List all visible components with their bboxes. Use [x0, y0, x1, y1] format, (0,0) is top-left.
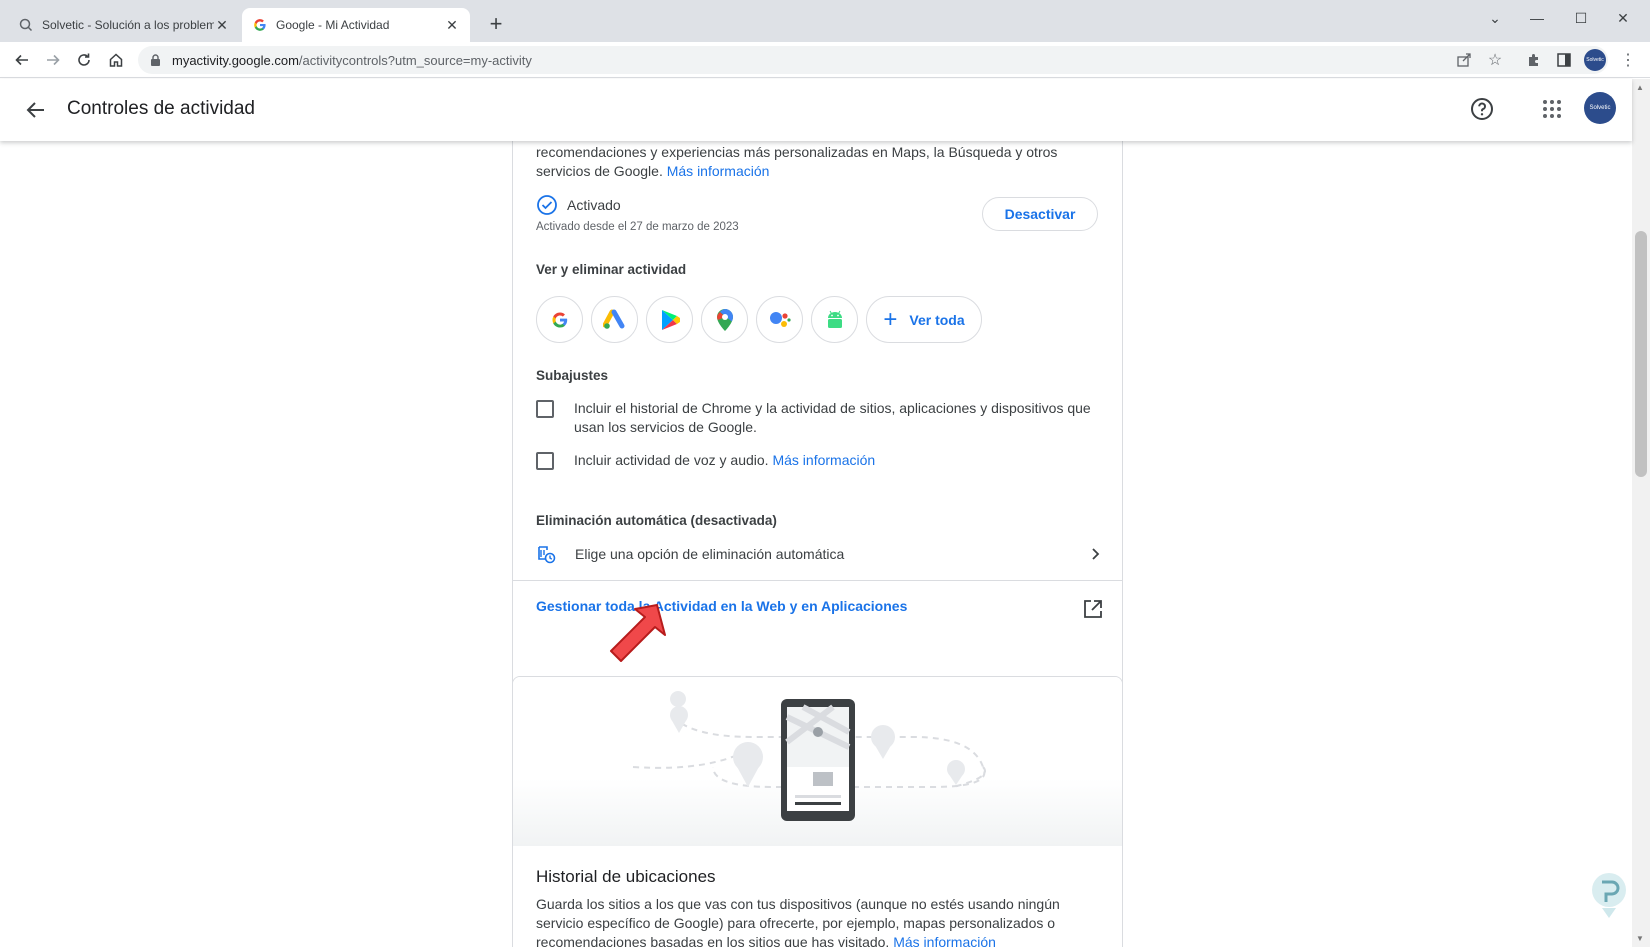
help-icon[interactable] [1469, 96, 1495, 122]
main-content: recomendaciones y experiencias más perso… [0, 141, 1632, 947]
close-tab-icon[interactable]: ✕ [214, 17, 230, 33]
page-scrollbar[interactable]: ▲ ▼ [1632, 79, 1650, 947]
status-text: Activado [567, 197, 621, 213]
see-all-button[interactable]: + Ver toda [866, 296, 982, 343]
close-tab-icon[interactable]: ✕ [444, 17, 460, 33]
google-play-icon[interactable] [646, 296, 693, 343]
side-panel-icon[interactable] [1552, 48, 1576, 72]
page-title: Controles de actividad [67, 98, 255, 119]
new-tab-button[interactable]: + [484, 11, 508, 36]
check-circle-icon [536, 194, 558, 216]
plus-icon: + [883, 305, 898, 333]
auto-delete-option-row[interactable]: Elige una opción de eliminación automáti… [536, 539, 1104, 569]
google-icon[interactable] [536, 296, 583, 343]
android-icon[interactable] [811, 296, 858, 343]
lock-icon [150, 54, 162, 66]
back-button[interactable] [10, 48, 34, 72]
share-icon[interactable] [1452, 48, 1476, 72]
chrome-history-checkbox[interactable] [536, 400, 554, 418]
scroll-down-icon[interactable]: ▼ [1636, 934, 1644, 943]
google-ads-icon[interactable] [591, 296, 638, 343]
page-header: Controles de actividad Solvetic [0, 79, 1632, 141]
chrome-history-checkbox-row[interactable]: Incluir el historial de Chrome y la acti… [536, 399, 1096, 437]
more-info-link[interactable]: Más información [893, 934, 996, 947]
minimize-button[interactable]: — [1522, 6, 1552, 30]
solvetic-favicon-icon [18, 17, 34, 33]
scrollbar-thumb[interactable] [1635, 231, 1647, 477]
google-assistant-icon[interactable] [756, 296, 803, 343]
status-row: Activado [536, 194, 621, 216]
more-info-link[interactable]: Más información [667, 163, 770, 179]
red-pointer-arrow-icon [605, 601, 675, 666]
voice-audio-checkbox-row[interactable]: Incluir actividad de voz y audio. Más in… [536, 451, 875, 470]
web-activity-description: recomendaciones y experiencias más perso… [536, 144, 1058, 179]
forward-button[interactable] [41, 48, 65, 72]
more-info-link[interactable]: Más información [772, 451, 875, 470]
tab-title: Solvetic - Solución a los problem [42, 18, 214, 32]
more-menu-icon[interactable]: ⋮ [1616, 48, 1640, 72]
google-favicon-icon [252, 17, 268, 33]
subsettings-label: Subajustes [536, 368, 609, 383]
deactivate-button[interactable]: Desactivar [982, 197, 1098, 231]
account-avatar[interactable]: Solvetic [1584, 92, 1616, 124]
open-in-new-icon [1082, 598, 1104, 620]
profile-avatar-small[interactable]: Solvetic [1584, 49, 1606, 71]
bookmark-star-icon[interactable]: ☆ [1483, 48, 1507, 72]
voice-audio-checkbox[interactable] [536, 452, 554, 470]
tab-solvetic[interactable]: Solvetic - Solución a los problem ✕ [8, 8, 240, 42]
location-history-card: Historial de ubicaciones Guarda los siti… [512, 676, 1123, 947]
url-path: /activitycontrols?utm_source=my-activity [298, 52, 532, 68]
solvetic-watermark-icon [1588, 870, 1630, 920]
back-arrow-icon[interactable] [24, 98, 48, 122]
location-history-title: Historial de ubicaciones [536, 867, 716, 886]
browser-tab-bar: Solvetic - Solución a los problem ✕ Goog… [0, 0, 1650, 42]
address-bar[interactable]: myactivity.google.com/activitycontrols?u… [138, 46, 1608, 74]
scroll-up-icon[interactable]: ▲ [1636, 83, 1644, 92]
checkbox-label: Incluir el historial de Chrome y la acti… [574, 400, 1091, 435]
google-maps-icon[interactable] [701, 296, 748, 343]
location-illustration [513, 677, 1122, 846]
close-window-button[interactable]: ✕ [1608, 6, 1638, 30]
google-apps-icon[interactable] [1541, 98, 1563, 120]
maximize-button[interactable]: ☐ [1566, 6, 1596, 30]
activated-since: Activado desde el 27 de marzo de 2023 [536, 221, 739, 233]
tab-title: Google - Mi Actividad [276, 18, 390, 32]
reload-button[interactable] [72, 48, 96, 72]
url-domain: myactivity.google.com [172, 52, 299, 68]
chevron-right-icon [1086, 545, 1104, 563]
view-delete-label: Ver y eliminar actividad [536, 262, 687, 277]
location-history-description: Guarda los sitios a los que vas con tus … [536, 895, 1076, 947]
card-divider [513, 580, 1122, 581]
browser-toolbar: myactivity.google.com/activitycontrols?u… [0, 42, 1650, 78]
auto-delete-label: Eliminación automática (desactivada) [536, 513, 777, 528]
home-button[interactable] [104, 48, 128, 72]
auto-delete-option-text: Elige una opción de eliminación automáti… [575, 546, 845, 562]
extensions-icon[interactable] [1522, 48, 1546, 72]
tab-google-activity[interactable]: Google - Mi Actividad ✕ [242, 8, 470, 42]
app-icon-row: + Ver toda [536, 296, 982, 343]
tab-search-chevron-icon[interactable]: ⌄ [1480, 6, 1510, 30]
checkbox-label: Incluir actividad de voz y audio. [574, 452, 769, 468]
auto-delete-calendar-icon [536, 544, 556, 564]
